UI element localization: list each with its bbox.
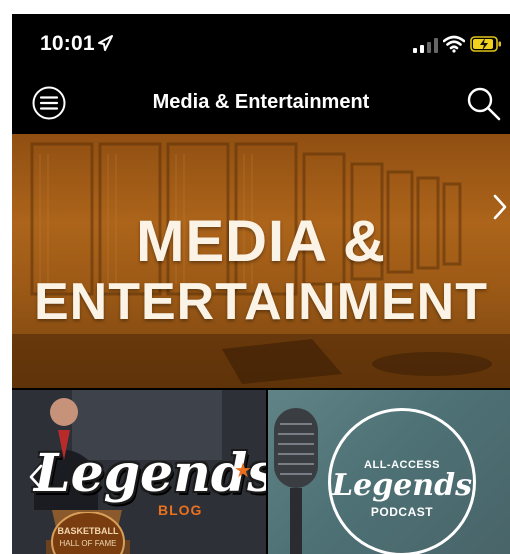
hall-of-fame-seal: BASKETBALL HALL OF FAME	[51, 512, 125, 554]
chevron-left-icon[interactable]	[28, 464, 44, 490]
page-title: Media & Entertainment	[152, 91, 370, 113]
podcast-label: PODCAST	[370, 505, 434, 519]
wifi-icon	[443, 35, 465, 53]
podcast-logo-badge: ALL-ACCESS Legends PODCAST	[328, 408, 476, 554]
search-icon[interactable]	[466, 86, 502, 122]
hero-title-line2: ENTERTAINMENT	[33, 273, 488, 331]
navigation-bar: Media & Entertainment	[12, 74, 510, 134]
hero-banner[interactable]: MEDIA & ENTERTAINMENT	[12, 134, 510, 388]
blog-label: BLOG	[158, 502, 203, 518]
location-arrow-icon	[98, 35, 113, 51]
star-icon: ★	[234, 460, 252, 482]
content-tiles: Legends ★ BLOG BASKETBALL HALL OF FAME A…	[12, 390, 510, 554]
legends-blog-logo: Legends	[34, 443, 266, 504]
legends-podcast-tile[interactable]: ALL-ACCESS Legends PODCAST	[268, 390, 510, 554]
app-screen: 10:01 Media & Entertainment MEDIA & ENTE…	[12, 14, 510, 554]
chevron-right-icon[interactable]	[492, 194, 508, 220]
battery-charging-icon	[470, 36, 501, 52]
status-bar: 10:01	[12, 14, 510, 74]
hero-title-line1: MEDIA &	[136, 209, 386, 274]
svg-text:BASKETBALL: BASKETBALL	[58, 526, 119, 536]
cell-signal-icon	[413, 38, 438, 53]
podcast-logo-word: Legends	[332, 468, 472, 503]
svg-text:HALL OF FAME: HALL OF FAME	[59, 539, 116, 548]
legends-blog-tile[interactable]: Legends ★ BLOG BASKETBALL HALL OF FAME	[12, 390, 266, 554]
status-time: 10:01	[40, 32, 95, 55]
